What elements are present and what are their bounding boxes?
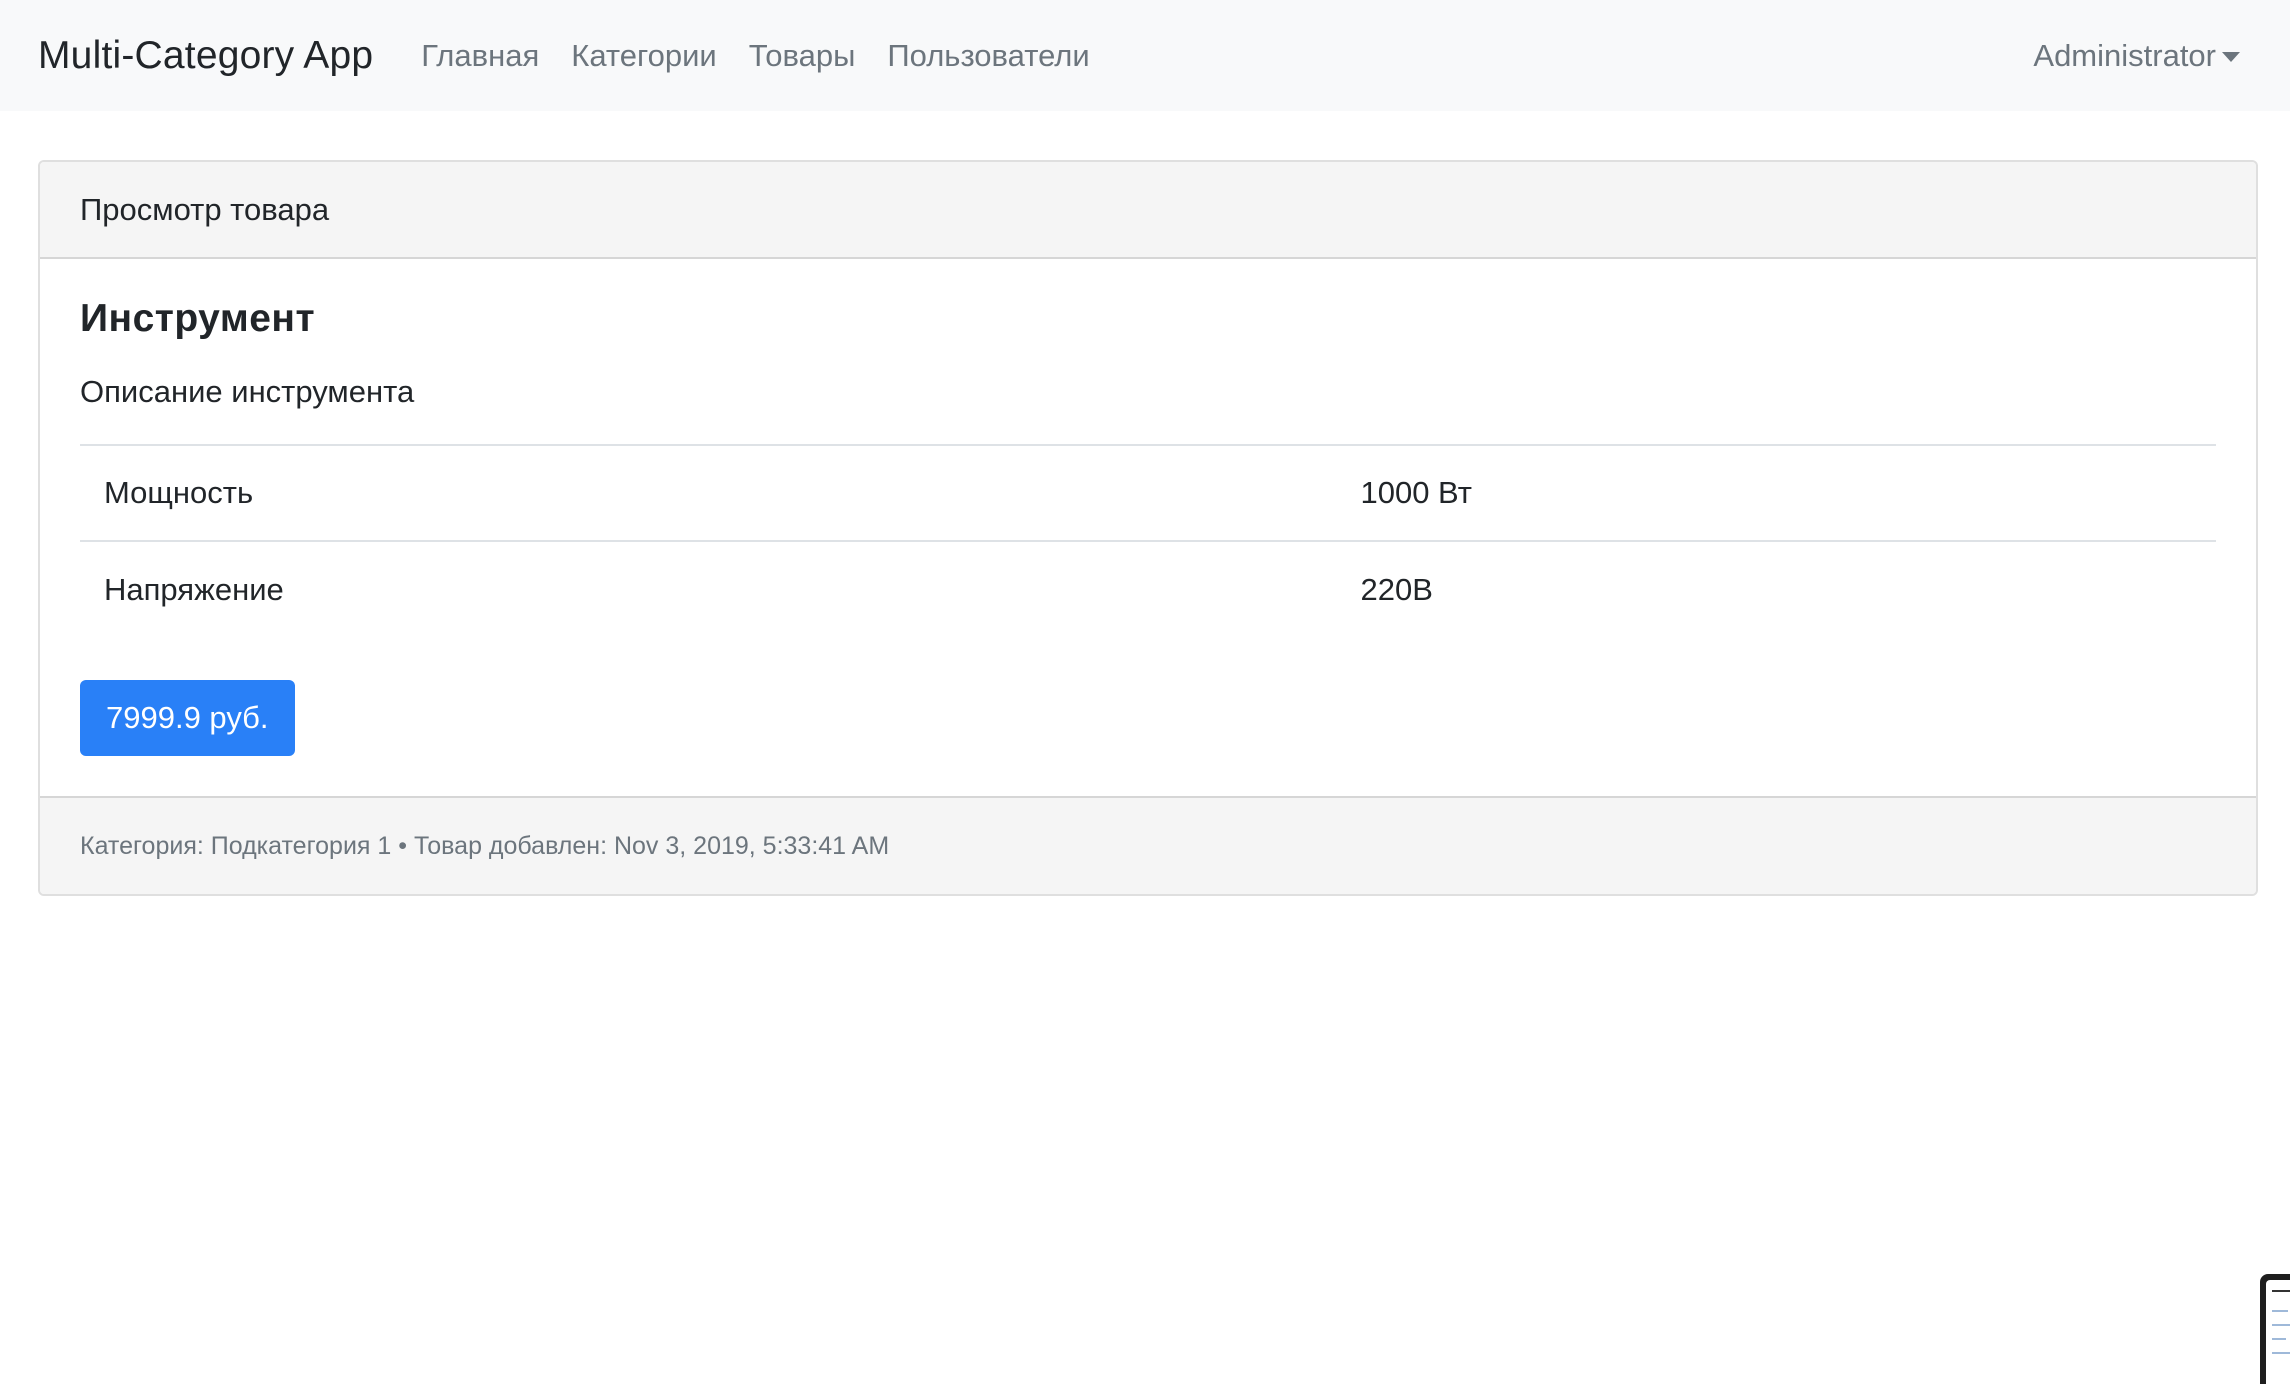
thumbnail-line bbox=[2272, 1290, 2290, 1292]
product-title: Инструмент bbox=[80, 297, 316, 340]
spec-value: 220В bbox=[1336, 540, 2216, 637]
spec-name: Мощность bbox=[80, 444, 1337, 541]
thumbnail-line bbox=[2272, 1352, 2290, 1354]
card-header: Просмотр товара bbox=[40, 162, 2256, 259]
product-description: Описание инструмента bbox=[80, 374, 415, 409]
thumbnail-line bbox=[2272, 1338, 2286, 1340]
nav-link-home[interactable]: Главная bbox=[419, 38, 555, 74]
specs-table: Мощность 1000 Вт Напряжение 220В bbox=[80, 444, 2216, 637]
thumbnail-screen bbox=[2266, 1280, 2290, 1384]
spec-name: Напряжение bbox=[80, 540, 1337, 637]
thumbnail-line bbox=[2272, 1324, 2290, 1326]
price-button[interactable]: 7999.9 руб. bbox=[80, 680, 295, 756]
top-navbar: Multi-Category App Главная Категории Тов… bbox=[0, 0, 2290, 111]
user-dropdown[interactable]: Administrator bbox=[2033, 38, 2252, 74]
product-card: Просмотр товара Инструмент Описание инст… bbox=[38, 160, 2258, 896]
nav-link-categories[interactable]: Категории bbox=[555, 38, 732, 74]
brand-link[interactable]: Multi-Category App bbox=[38, 34, 373, 78]
user-dropdown-label: Administrator bbox=[2033, 37, 2216, 73]
card-footer: Категория: Подкатегория 1 • Товар добавл… bbox=[40, 796, 2256, 894]
thumbnail-line bbox=[2272, 1310, 2288, 1312]
spec-value: 1000 Вт bbox=[1336, 444, 2216, 541]
table-row: Мощность 1000 Вт bbox=[80, 444, 2216, 541]
card-body: Инструмент Описание инструмента Мощность… bbox=[40, 259, 2256, 796]
caret-down-icon bbox=[2222, 51, 2240, 62]
nav-link-users[interactable]: Пользователи bbox=[871, 38, 1105, 74]
nav-links: Главная Категории Товары Пользователи bbox=[419, 38, 1105, 74]
nav-link-products[interactable]: Товары bbox=[733, 38, 872, 74]
table-row: Напряжение 220В bbox=[80, 540, 2216, 637]
